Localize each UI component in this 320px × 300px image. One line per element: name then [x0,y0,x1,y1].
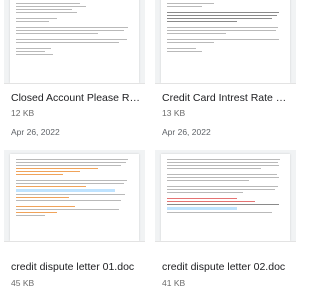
file-title[interactable]: Closed Account Please Rem... [11,92,141,104]
file-date: Apr 26, 2022 [162,127,211,137]
file-title[interactable]: credit dispute letter 01.doc [11,261,141,273]
document-preview-page [161,154,290,241]
file-card[interactable]: credit dispute letter 02.doc 41 KB [155,150,296,293]
document-thumbnail [4,0,145,84]
document-thumbnail [155,0,296,84]
file-card[interactable]: Credit Card Intrest Rate Reje... 13 KB A… [155,0,296,143]
file-title[interactable]: Credit Card Intrest Rate Reje... [162,92,292,104]
file-card[interactable]: credit dispute letter 01.doc 45 KB [4,150,145,293]
document-thumbnail [155,150,296,242]
document-preview-page [161,0,290,83]
document-preview-page [10,0,139,83]
document-preview-page [10,154,139,241]
file-size: 41 KB [162,278,186,288]
file-size: 13 KB [162,108,186,118]
file-size: 12 KB [11,108,35,118]
file-card[interactable]: Closed Account Please Rem... 12 KB Apr 2… [4,0,145,143]
file-title[interactable]: credit dispute letter 02.doc [162,261,292,273]
file-size: 45 KB [11,278,35,288]
document-thumbnail [4,150,145,242]
file-date: Apr 26, 2022 [11,127,60,137]
